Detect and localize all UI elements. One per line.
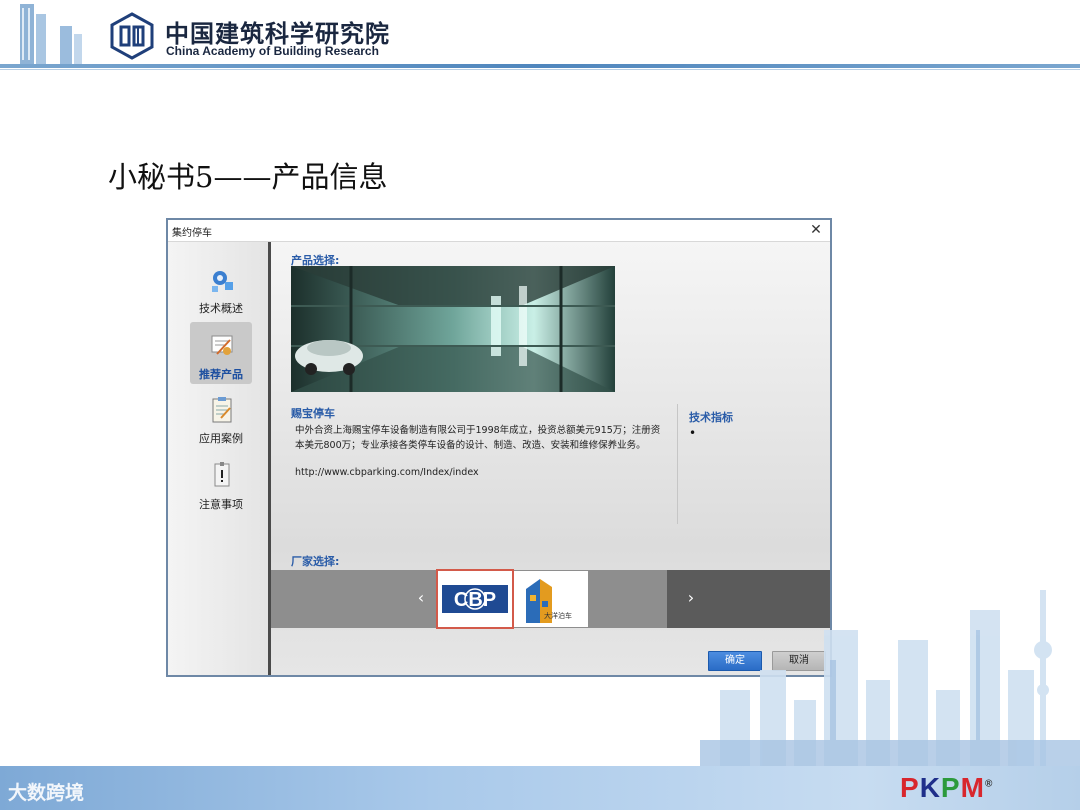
tech-spec-bullet: •: [689, 426, 697, 440]
sidebar-item-label: 应用案例: [199, 432, 243, 445]
sidebar-item-label: 注意事项: [199, 498, 243, 511]
manufacturer-card-dayang[interactable]: 大洋泊车: [514, 571, 588, 627]
tech-spec-label: 技术指标: [689, 411, 733, 424]
product-description: 中外合资上海赐宝停车设备制造有限公司于1998年成立，投资总额美元915万；注册…: [295, 425, 661, 451]
org-name-en: China Academy of Building Research: [166, 44, 379, 58]
clipboard-icon: [212, 397, 232, 423]
sidebar-item-label: 技术概述: [199, 302, 243, 315]
city-skyline-graphic: [700, 590, 1080, 770]
pkpm-letter: K: [919, 772, 941, 803]
watermark-text: 大数跨境: [8, 782, 85, 804]
content-divider: [677, 404, 678, 524]
carousel-next-button[interactable]: ›: [681, 588, 701, 608]
manufacturer-select-label: 厂家选择:: [291, 555, 340, 568]
sidebar-item-notes[interactable]: 注意事项: [190, 458, 252, 520]
dialog-title: 集约停车: [172, 228, 212, 239]
manufacturer-name: 大洋泊车: [544, 612, 572, 620]
cabr-logo-icon: [110, 12, 154, 60]
registered-mark: ®: [984, 778, 994, 790]
pkpm-logo: PKPM®: [900, 772, 993, 804]
pkpm-letter: P: [940, 772, 961, 803]
parking-garage-photo: [291, 266, 615, 392]
dialog-titlebar[interactable]: 集约停车 ✕: [168, 220, 830, 242]
certificate-icon: [211, 335, 233, 355]
cbp-logo-icon: CBP: [442, 585, 508, 613]
sidebar-item-label: 推荐产品: [199, 368, 243, 381]
product-name: 赐宝停车: [291, 407, 335, 420]
gear-cubes-icon: [212, 271, 233, 292]
header-divider-thin: [0, 69, 1080, 70]
manufacturer-card-cbp[interactable]: CBP: [436, 569, 514, 629]
pkpm-letter: P: [900, 772, 920, 803]
pkpm-letter: M: [960, 772, 985, 803]
slide-title: 小秘书5——产品信息: [108, 160, 388, 194]
dialog-sidebar: 技术概述 推荐产品 应用案例 注意事项: [168, 242, 268, 675]
sidebar-item-recommended-products[interactable]: 推荐产品: [190, 322, 252, 384]
carousel-prev-button[interactable]: ‹: [411, 588, 431, 608]
sidebar-item-application-cases[interactable]: 应用案例: [190, 392, 252, 454]
warning-note-icon: [214, 462, 230, 487]
close-icon[interactable]: ✕: [808, 222, 824, 238]
header-divider: [0, 64, 1080, 68]
product-url-link[interactable]: http://www.cbparking.com/Index/index: [295, 467, 479, 478]
slide-header: 中国建筑科学研究院 China Academy of Building Rese…: [0, 0, 1080, 72]
buildings-graphic: [20, 4, 82, 64]
svg-text:CBP: CBP: [454, 589, 496, 611]
sidebar-item-tech-overview[interactable]: 技术概述: [190, 262, 252, 324]
